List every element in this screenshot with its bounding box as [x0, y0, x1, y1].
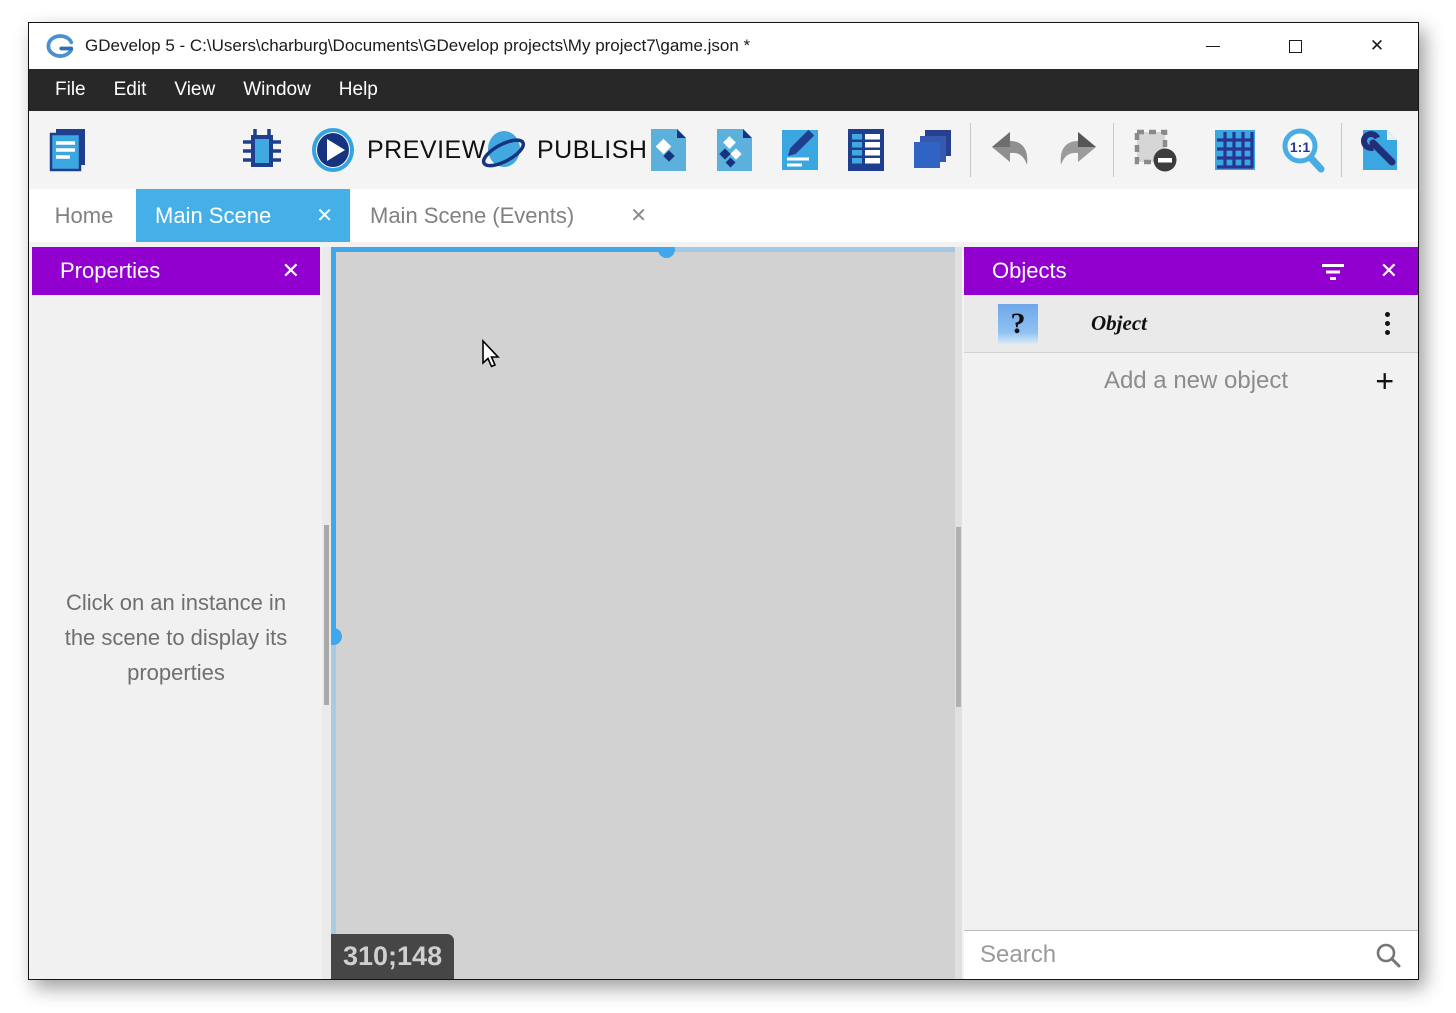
- debugger-button[interactable]: [237, 125, 287, 175]
- scene-canvas[interactable]: 310;148: [322, 247, 962, 979]
- object-thumbnail-icon: ?: [998, 304, 1038, 344]
- preview-button[interactable]: [308, 125, 358, 175]
- menu-help[interactable]: Help: [325, 69, 392, 111]
- scene-objects-icon: [644, 126, 692, 174]
- main-area: Properties ✕ Click on an instance in the…: [29, 242, 1418, 979]
- tab-main-scene[interactable]: Main Scene ✕: [136, 189, 350, 242]
- object-groups-icon: [710, 126, 758, 174]
- edit-objects-button[interactable]: [643, 125, 693, 175]
- search-input[interactable]: [980, 941, 1374, 969]
- project-manager-icon: [44, 126, 92, 174]
- game-window-border-left: [331, 636, 336, 979]
- properties-panel-title: Properties: [60, 258, 282, 284]
- gdevelop-logo-icon: [45, 31, 75, 61]
- game-window-border-top: [331, 247, 667, 252]
- add-object-label: Add a new object: [998, 367, 1354, 395]
- toggle-mask-button[interactable]: [1130, 125, 1180, 175]
- menu-window[interactable]: Window: [229, 69, 325, 111]
- svg-text:1:1: 1:1: [1290, 139, 1310, 155]
- close-button[interactable]: ✕: [1336, 23, 1418, 69]
- scrollbar-thumb[interactable]: [324, 525, 329, 705]
- plus-icon[interactable]: +: [1354, 363, 1394, 400]
- cursor-coordinates-badge: 310;148: [331, 934, 454, 979]
- publish-label[interactable]: PUBLISH: [537, 111, 647, 189]
- open-events-button[interactable]: [841, 125, 891, 175]
- wrench-icon: [1356, 126, 1404, 174]
- objects-panel-title: Objects: [992, 258, 1320, 284]
- undo-button[interactable]: [985, 125, 1035, 175]
- tab-label: Main Scene: [155, 203, 306, 229]
- zoom-original-button[interactable]: 1:1: [1278, 125, 1328, 175]
- maximize-button[interactable]: [1254, 23, 1336, 69]
- objects-close-icon[interactable]: ✕: [1380, 258, 1398, 284]
- toolbar-separator: [1341, 123, 1342, 177]
- edit-object-groups-button[interactable]: [709, 125, 759, 175]
- scrollbar-thumb[interactable]: [956, 527, 961, 707]
- open-layers-button[interactable]: [908, 125, 958, 175]
- tab-label: Home: [55, 203, 114, 229]
- properties-empty-message: Click on an instance in the scene to dis…: [48, 585, 304, 979]
- question-mark-icon: ?: [1011, 307, 1026, 341]
- toolbar-separator: [970, 123, 971, 177]
- properties-panel-header: Properties ✕: [32, 247, 320, 295]
- tabbar: Home Main Scene ✕ Main Scene (Events) ✕: [29, 189, 1418, 242]
- edit-scene-properties-button[interactable]: [775, 125, 825, 175]
- redo-icon: [1054, 126, 1102, 174]
- object-options-kebab-icon[interactable]: [1381, 308, 1394, 339]
- toolbar: PREVIEW PUBLISH: [29, 111, 1418, 189]
- objects-panel: Objects ✕ ? Object Add a new object +: [964, 247, 1418, 979]
- game-window-border-left: [331, 247, 336, 636]
- debugger-icon: [238, 126, 286, 174]
- game-window-border-top: [667, 247, 955, 252]
- menu-view[interactable]: View: [160, 69, 229, 111]
- menu-file[interactable]: File: [41, 69, 100, 111]
- tab-home[interactable]: Home: [32, 189, 136, 242]
- toolbar-separator: [1113, 123, 1114, 177]
- objects-search-bar: [964, 930, 1418, 979]
- objects-panel-header: Objects ✕: [964, 247, 1418, 295]
- grid-icon: [1211, 126, 1259, 174]
- preview-label[interactable]: PREVIEW: [367, 111, 486, 189]
- objects-list-empty-space: [964, 409, 1418, 930]
- undo-icon: [986, 126, 1034, 174]
- mouse-cursor: [477, 339, 503, 369]
- cursor-coordinates: 310;148: [343, 941, 442, 972]
- add-object-row[interactable]: Add a new object +: [964, 353, 1418, 409]
- menu-edit[interactable]: Edit: [100, 69, 161, 111]
- minimize-button[interactable]: [1172, 23, 1254, 69]
- properties-close-icon[interactable]: ✕: [282, 258, 300, 284]
- gdevelop-window: GDevelop 5 - C:\Users\charburg\Documents…: [28, 22, 1419, 980]
- publish-globe-icon: [479, 126, 527, 174]
- minimize-icon: [1206, 46, 1220, 47]
- object-list-item[interactable]: ? Object: [964, 295, 1418, 353]
- preview-play-icon: [309, 126, 357, 174]
- maximize-icon: [1289, 40, 1302, 53]
- zoom-one-to-one-icon: 1:1: [1279, 126, 1327, 174]
- properties-panel: Properties ✕ Click on an instance in the…: [32, 247, 320, 979]
- toggle-grid-button[interactable]: [1210, 125, 1260, 175]
- properties-panel-body: Click on an instance in the scene to dis…: [32, 295, 320, 979]
- tab-close-icon[interactable]: ✕: [620, 203, 647, 228]
- scene-settings-button[interactable]: [1355, 125, 1405, 175]
- titlebar: GDevelop 5 - C:\Users\charburg\Documents…: [29, 23, 1418, 69]
- project-manager-button[interactable]: [43, 125, 93, 175]
- redo-button[interactable]: [1053, 125, 1103, 175]
- search-icon[interactable]: [1374, 941, 1402, 969]
- publish-button[interactable]: [478, 125, 528, 175]
- tab-close-icon[interactable]: ✕: [306, 203, 333, 228]
- menubar: File Edit View Window Help: [29, 69, 1418, 111]
- filter-icon[interactable]: [1320, 261, 1346, 281]
- canvas-scrollbar-right[interactable]: [955, 247, 962, 979]
- mask-remove-icon: [1131, 126, 1179, 174]
- events-sheet-icon: [842, 126, 890, 174]
- canvas-scrollbar-left[interactable]: [322, 247, 331, 979]
- object-name: Object: [1091, 311, 1381, 336]
- layers-icon: [909, 126, 957, 174]
- resize-handle-top[interactable]: [658, 247, 675, 258]
- tab-main-scene-events[interactable]: Main Scene (Events) ✕: [350, 189, 664, 242]
- tab-label: Main Scene (Events): [370, 203, 620, 229]
- scene-properties-icon: [776, 126, 824, 174]
- window-title: GDevelop 5 - C:\Users\charburg\Documents…: [85, 36, 750, 56]
- close-icon: ✕: [1370, 36, 1384, 56]
